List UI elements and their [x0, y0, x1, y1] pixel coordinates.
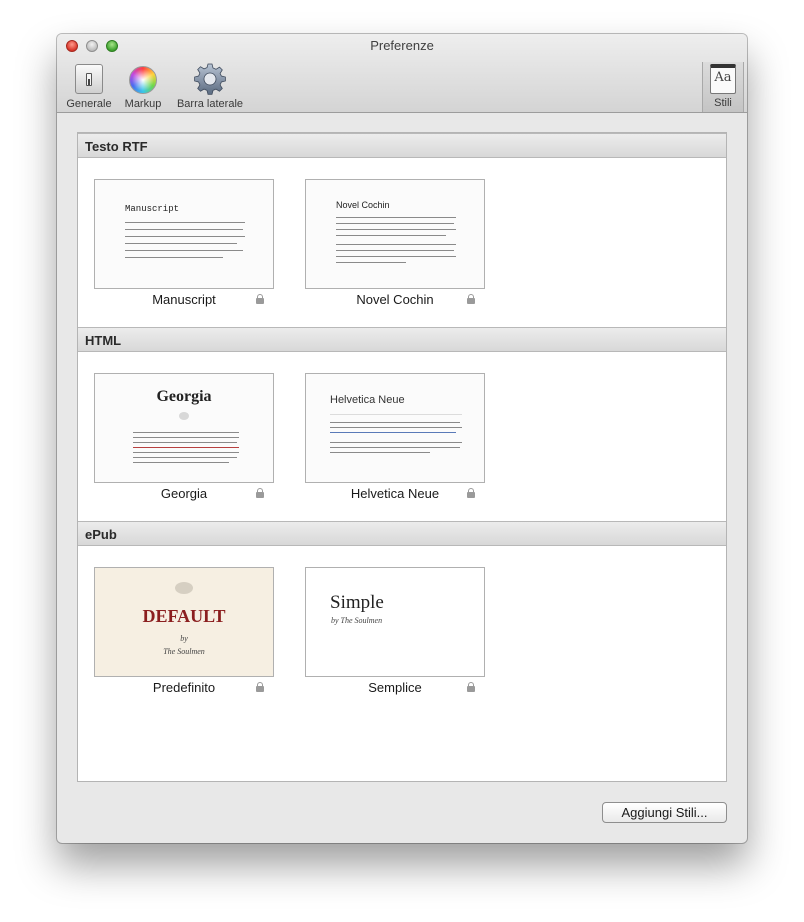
style-thumbnail[interactable]: DEFAULT by The Soulmen — [94, 567, 274, 677]
section-header-testo-rtf: Testo RTF — [78, 133, 726, 158]
ornament-icon — [179, 412, 189, 420]
thumbnail-title: Georgia — [156, 388, 212, 405]
thumbnail-title: DEFAULT — [142, 606, 226, 626]
color-wheel-icon — [129, 66, 157, 94]
style-name: Semplice — [368, 680, 422, 695]
add-styles-button[interactable]: Aggiungi Stili... — [602, 802, 727, 823]
toolbar-item-stili[interactable]: Aa Stili — [702, 62, 744, 112]
style-thumbnail[interactable]: Manuscript — [94, 179, 274, 289]
lock-icon — [467, 682, 475, 692]
general-switch-icon — [75, 64, 103, 94]
toolbar-item-label: Generale — [66, 98, 112, 110]
style-name: Helvetica Neue — [350, 486, 440, 501]
toolbar-item-generale[interactable]: Generale — [64, 64, 114, 110]
style-thumbnail[interactable]: Helvetica Neue — [305, 373, 485, 483]
thumbnail-author: by The Soulmen — [331, 616, 383, 625]
thumbnail-title: Manuscript — [125, 204, 180, 214]
style-thumbnail[interactable]: Novel Cochin — [305, 179, 485, 289]
toolbar-item-barra-laterale[interactable]: Barra laterale — [172, 62, 248, 110]
section-header-epub: ePub — [78, 521, 726, 546]
thumbnail-author: The Soulmen — [163, 647, 205, 656]
toolbar-item-label: Markup — [124, 98, 162, 110]
styles-icon: Aa — [710, 64, 736, 94]
preferences-window: Preferenze Generale Markup Barra lateral… — [57, 34, 747, 843]
gear-icon — [193, 62, 227, 96]
thumbnail-title: Simple — [330, 592, 384, 613]
style-thumbnail[interactable]: Simple by The Soulmen — [305, 567, 485, 677]
lock-icon — [467, 488, 475, 498]
window-title: Preferenze — [370, 38, 434, 53]
thumbnail-title: Novel Cochin — [336, 200, 390, 210]
style-thumbnail[interactable]: Georgia — [94, 373, 274, 483]
toolbar-item-markup[interactable]: Markup — [121, 64, 165, 110]
section-header-html: HTML — [78, 327, 726, 352]
lock-icon — [256, 488, 264, 498]
thumbnail-title: Helvetica Neue — [330, 394, 405, 406]
lock-icon — [256, 294, 264, 304]
style-name: Manuscript — [152, 292, 216, 307]
lock-icon — [467, 294, 475, 304]
lock-icon — [256, 682, 264, 692]
titlebar: Preferenze Generale Markup Barra lateral… — [57, 34, 747, 113]
toolbar-item-label: Stili — [714, 97, 732, 109]
style-name: Predefinito — [152, 680, 216, 695]
thumbnail-by: by — [180, 634, 188, 643]
style-name: Novel Cochin — [356, 292, 434, 307]
toolbar-item-label: Barra laterale — [176, 98, 244, 110]
ornament-icon — [175, 582, 193, 594]
style-name: Georgia — [160, 486, 208, 501]
styles-list: Testo RTF Manuscript Manuscript Novel Co… — [77, 132, 727, 782]
